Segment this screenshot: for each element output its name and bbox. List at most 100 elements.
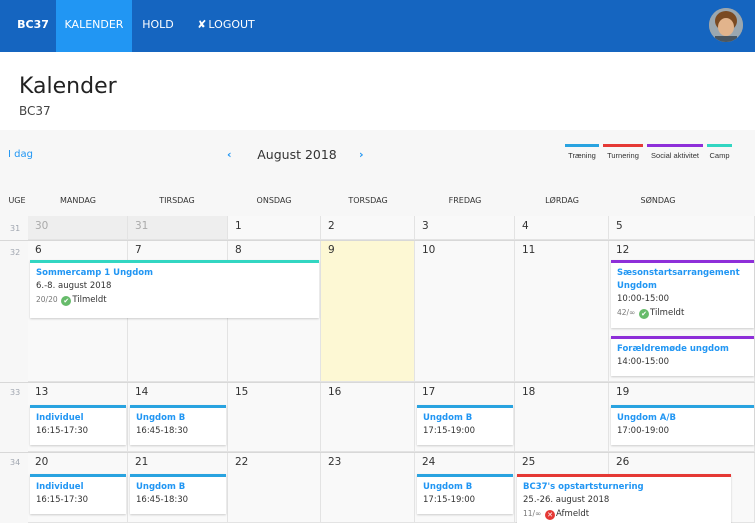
avatar-image xyxy=(709,8,743,42)
day-number: 8 xyxy=(235,244,242,256)
event-status: 42/∞ ✔ Tilmeldt xyxy=(617,306,748,320)
legend-color-bar xyxy=(603,144,643,147)
day-cell[interactable]: 15 xyxy=(228,382,321,452)
event-card-tournament[interactable]: BC37's opstartsturnering 25.-26. august … xyxy=(517,474,731,523)
event-color-bar xyxy=(130,405,226,408)
day-cell[interactable]: 18 xyxy=(515,382,609,452)
day-number: 3 xyxy=(422,220,429,232)
day-cell[interactable]: 3 xyxy=(415,216,515,240)
day-cell[interactable]: 22 xyxy=(228,452,321,523)
legend-traening: Træning xyxy=(565,144,599,164)
weekday-header: FREDAG xyxy=(448,196,482,205)
event-card-training[interactable]: Ungdom B 17:15-19:00 xyxy=(417,474,513,514)
today-button[interactable]: I dag xyxy=(8,149,33,160)
legend-label: Turnering xyxy=(607,151,639,160)
nav-kalender[interactable]: KALENDER xyxy=(56,0,132,52)
calendar-panel: I dag ‹ August 2018 › Træning Turnering … xyxy=(0,130,755,523)
event-color-bar xyxy=(417,405,513,408)
day-number: 10 xyxy=(422,244,436,256)
event-count: 11/∞ xyxy=(523,509,542,518)
day-cell[interactable]: 16 xyxy=(321,382,415,452)
avatar[interactable] xyxy=(709,8,743,42)
event-card-social[interactable]: Forældremøde ungdom 14:00-15:00 xyxy=(611,336,754,376)
weekday-header: MANDAG xyxy=(60,196,96,205)
event-card-social[interactable]: Sæsonstartsarrangement Ungdom 10:00-15:0… xyxy=(611,260,754,328)
day-number: 13 xyxy=(35,386,49,398)
legend-turnering: Turnering xyxy=(603,144,643,164)
event-status: 20/20 ✔ Tilmeldt xyxy=(36,293,313,307)
event-card-training[interactable]: Individuel 16:15-17:30 xyxy=(30,405,126,445)
week-number: 32 xyxy=(10,248,21,257)
weekday-header: TIRSDAG xyxy=(159,196,195,205)
event-time: 17:15-19:00 xyxy=(423,426,476,436)
status-label: Tilmeldt xyxy=(72,295,107,305)
day-number: 18 xyxy=(522,386,536,398)
event-card-training[interactable]: Individuel 16:15-17:30 xyxy=(30,474,126,514)
day-number: 9 xyxy=(328,244,335,256)
day-number: 11 xyxy=(522,244,536,256)
page-title: Kalender xyxy=(19,74,117,99)
chevron-right-icon[interactable]: › xyxy=(359,148,364,161)
day-cell[interactable]: 30 xyxy=(28,216,128,240)
event-color-bar xyxy=(611,405,754,408)
month-grid: 31 30 31 1 2 3 4 5 32 6 7 8 9 10 11 12 3… xyxy=(0,216,755,523)
day-cell[interactable]: 11 xyxy=(515,240,609,382)
event-status: 11/∞ ✕ Afmeldt xyxy=(523,507,725,521)
event-time: 17:00-19:00 xyxy=(617,426,670,436)
weekday-header: SØNDAG xyxy=(640,196,676,205)
day-cell[interactable]: 23 xyxy=(321,452,415,523)
day-cell-today[interactable]: 9 xyxy=(321,240,415,382)
event-time: 16:45-18:30 xyxy=(136,495,189,505)
day-number: 16 xyxy=(328,386,342,398)
event-count: 20/20 xyxy=(36,295,58,304)
weekday-header: LØRDAG xyxy=(545,196,579,205)
day-number: 21 xyxy=(135,456,149,468)
day-number: 17 xyxy=(422,386,436,398)
event-time: 10:00-15:00 xyxy=(617,294,670,304)
day-number: 22 xyxy=(235,456,249,468)
event-card-camp[interactable]: Sommercamp 1 Ungdom 6.-8. august 2018 20… xyxy=(30,260,319,318)
day-number: 19 xyxy=(616,386,630,398)
brand-link[interactable]: BC37 xyxy=(10,0,56,52)
event-title: Ungdom A/B xyxy=(617,413,676,423)
day-number: 24 xyxy=(422,456,436,468)
event-color-bar xyxy=(30,260,319,263)
event-card-training[interactable]: Ungdom B 16:45-18:30 xyxy=(130,405,226,445)
event-title: Ungdom B xyxy=(423,482,473,492)
legend-label: Social aktivitet xyxy=(651,151,699,160)
legend-label: Træning xyxy=(568,151,596,160)
check-icon: ✔ xyxy=(639,309,650,319)
chevron-left-icon[interactable]: ‹ xyxy=(227,148,232,161)
nav-logout[interactable]: ✘ LOGOUT xyxy=(186,0,266,52)
day-cell[interactable]: 1 xyxy=(228,216,321,240)
day-cell[interactable]: 10 xyxy=(415,240,515,382)
day-cell[interactable]: 4 xyxy=(515,216,609,240)
day-cell[interactable]: 31 xyxy=(128,216,228,240)
event-time: 14:00-15:00 xyxy=(617,357,670,367)
event-card-training[interactable]: Ungdom B 16:45-18:30 xyxy=(130,474,226,514)
legend-camp: Camp xyxy=(707,144,732,164)
day-cell[interactable]: 5 xyxy=(609,216,755,240)
day-cell[interactable]: 2 xyxy=(321,216,415,240)
day-number: 14 xyxy=(135,386,149,398)
event-time: 16:15-17:30 xyxy=(36,426,89,436)
event-title: BC37's opstartsturnering xyxy=(523,482,644,492)
event-card-training[interactable]: Ungdom B 17:15-19:00 xyxy=(417,405,513,445)
event-title: Ungdom B xyxy=(423,413,473,423)
nav-hold[interactable]: HOLD xyxy=(132,0,184,52)
event-color-bar xyxy=(417,474,513,477)
event-title: Sommercamp 1 Ungdom xyxy=(36,268,153,278)
event-color-bar xyxy=(611,336,754,339)
status-label: Afmeldt xyxy=(556,509,590,519)
check-icon: ✔ xyxy=(61,296,72,306)
event-card-training[interactable]: Ungdom A/B 17:00-19:00 xyxy=(611,405,754,445)
event-color-bar xyxy=(611,260,754,263)
event-title: Ungdom B xyxy=(136,482,186,492)
event-time: 6.-8. august 2018 xyxy=(36,281,112,291)
legend-color-bar xyxy=(647,144,703,147)
day-number: 2 xyxy=(328,220,335,232)
day-number: 15 xyxy=(235,386,249,398)
event-count: 42/∞ xyxy=(617,308,636,317)
week-number: 31 xyxy=(10,224,21,233)
day-number: 23 xyxy=(328,456,342,468)
